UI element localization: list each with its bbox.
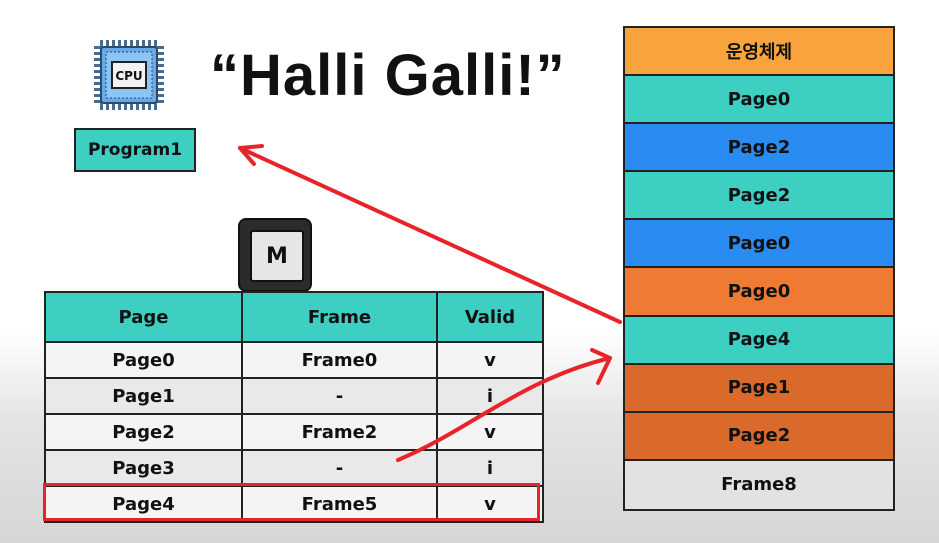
page-cell: Page2 xyxy=(46,415,243,449)
frame-cell: Frame0 xyxy=(243,343,438,377)
header-page: Page xyxy=(46,293,243,341)
memory-frame: Page4 xyxy=(625,316,893,365)
page-cell: Page1 xyxy=(46,379,243,413)
memory-frame: Page2 xyxy=(625,172,893,221)
memory-frame: Page0 xyxy=(625,220,893,269)
table-row: Page2 Frame2 v xyxy=(44,415,544,451)
valid-cell: i xyxy=(486,385,494,407)
memory-key-icon: M xyxy=(238,218,312,292)
table-row: Page1 - i xyxy=(44,379,544,415)
frame-cell: - xyxy=(243,451,438,485)
memory-frame: Frame8 xyxy=(625,460,893,509)
table-row: Page3 - i xyxy=(44,451,544,487)
frame-cell: Frame2 xyxy=(243,415,438,449)
arrow-to-memory-head-icon xyxy=(590,348,612,385)
table-row: Page0 Frame0 v xyxy=(44,343,544,379)
memory-frame: Page0 xyxy=(625,268,893,317)
memory-frame: Page2 xyxy=(625,412,893,461)
memory-frame: 운영체제 xyxy=(625,28,893,77)
page-cell: Page3 xyxy=(46,451,243,485)
header-frame: Frame xyxy=(243,293,438,341)
valid-cell: v xyxy=(484,421,496,443)
memory-frame: Page0 xyxy=(625,76,893,125)
valid-cell: i xyxy=(486,457,494,479)
header-valid: Valid xyxy=(464,306,516,328)
cpu-label: CPU xyxy=(115,69,142,83)
page-cell: Page0 xyxy=(46,343,243,377)
page-table-header: Page Frame Valid xyxy=(44,291,544,343)
memory-key-label: M xyxy=(250,230,304,282)
memory-frame: Page1 xyxy=(625,364,893,413)
program-label: Program1 xyxy=(74,128,196,172)
page-title: “Halli Galli!” xyxy=(210,43,566,108)
frame-cell: - xyxy=(243,379,438,413)
memory-frame: Page2 xyxy=(625,124,893,173)
highlighted-row-outline xyxy=(43,483,540,521)
physical-memory: 운영체제 Page0 Page2 Page2 Page0 Page0 Page4… xyxy=(623,26,895,511)
valid-cell: v xyxy=(484,349,496,371)
arrow-to-program-head-icon xyxy=(238,144,264,166)
cpu-icon: CPU xyxy=(94,40,164,110)
